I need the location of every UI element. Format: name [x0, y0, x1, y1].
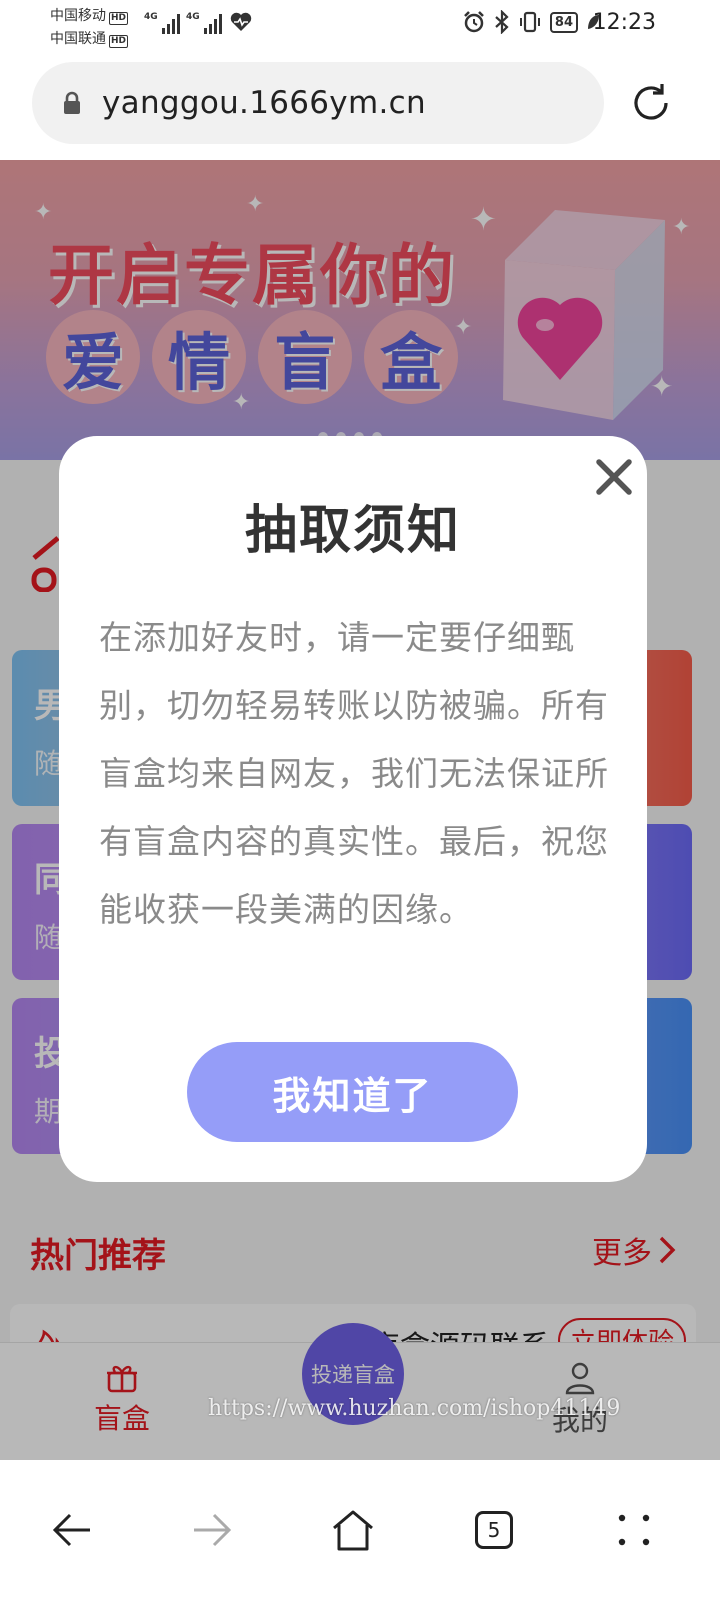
carrier-1-label: 中国移动 — [50, 8, 106, 24]
web-page: 开启专属你的 爱 情 盲 盒 ✦ ✦ ✦ ✦ ✦ ✦ ✦ 男 随 同 随 投 期… — [0, 160, 720, 1460]
clock: 12:23 — [592, 10, 656, 35]
hd-badge: HD — [109, 12, 129, 25]
draw-notice-dialog: 抽取须知 在添加好友时，请一定要仔细甄别，切勿轻易转账以防被骗。所有盲盒均来自网… — [59, 436, 647, 1182]
tabs-button[interactable]: 5 — [454, 1490, 534, 1570]
signal-1-icon: 4G — [144, 12, 180, 34]
arrow-right-icon — [194, 1513, 232, 1547]
dialog-body: 在添加好友时，请一定要仔细甄别，切勿轻易转账以防被骗。所有盲盒均来自网友，我们无… — [99, 618, 609, 929]
carrier-1: 中国移动 HD — [50, 5, 129, 25]
health-heart-icon — [230, 12, 252, 31]
menu-button[interactable] — [594, 1490, 674, 1570]
forward-button[interactable] — [172, 1490, 252, 1570]
back-button[interactable] — [32, 1490, 112, 1570]
alarm-icon — [464, 11, 484, 33]
bluetooth-icon — [495, 10, 509, 34]
tab-count: 5 — [475, 1511, 513, 1549]
hd-badge: HD — [109, 35, 129, 48]
battery-indicator: 84 — [549, 11, 578, 33]
status-bar: 中国移动 HD 中国联通 HD 4G 4G 84 12:23 — [0, 0, 720, 52]
carrier-2-label: 中国联通 — [50, 31, 106, 47]
url-text[interactable]: yanggou.1666ym.cn — [102, 85, 426, 121]
home-icon — [333, 1510, 373, 1551]
more-dots-icon — [618, 1514, 650, 1546]
arrow-left-icon — [52, 1513, 90, 1547]
watermark: https://www.huzhan.com/ishop41149 — [208, 1396, 621, 1421]
status-icons: 84 — [462, 10, 600, 34]
home-button[interactable] — [313, 1490, 393, 1570]
network-2-label: 4G — [186, 12, 200, 22]
browser-nav-bar: 5 — [0, 1460, 720, 1600]
signal-2-icon: 4G — [186, 12, 222, 34]
carrier-2: 中国联通 HD — [50, 28, 129, 48]
acknowledge-button[interactable]: 我知道了 — [187, 1042, 518, 1142]
reload-icon[interactable] — [628, 80, 674, 126]
vibrate-icon — [519, 11, 540, 33]
network-1-label: 4G — [144, 12, 158, 22]
lock-icon — [64, 91, 80, 114]
address-bar[interactable]: yanggou.1666ym.cn — [32, 62, 604, 144]
dialog-title: 抽取须知 — [244, 501, 461, 561]
